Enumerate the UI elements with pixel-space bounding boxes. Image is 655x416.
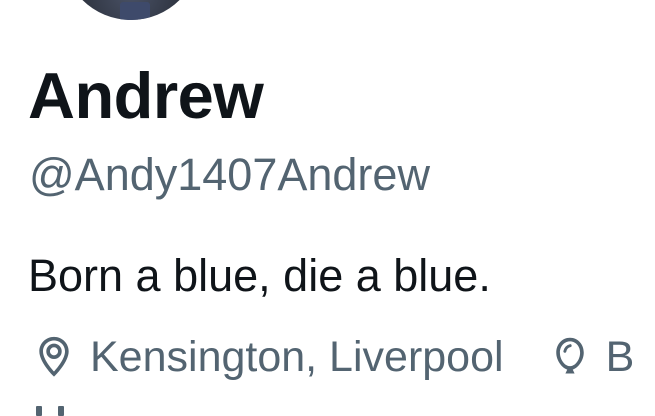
profile-location: Kensington, Liverpool [32, 330, 504, 384]
profile-joined-row [32, 404, 72, 416]
profile-meta-row: Kensington, Liverpool B [32, 330, 655, 384]
profile-location-text: Kensington, Liverpool [90, 333, 504, 381]
profile-bio: Born a blue, die a blue. [28, 250, 491, 301]
profile-birthday-text: B [605, 333, 635, 381]
profile-birthday: B [548, 330, 635, 384]
calendar-icon [32, 404, 72, 416]
profile-display-name: Andrew [28, 59, 264, 132]
profile-avatar[interactable] [62, 0, 200, 20]
profile-handle: @Andy1407Andrew [29, 149, 430, 200]
balloon-icon [548, 332, 592, 382]
location-pin-icon [32, 332, 76, 382]
